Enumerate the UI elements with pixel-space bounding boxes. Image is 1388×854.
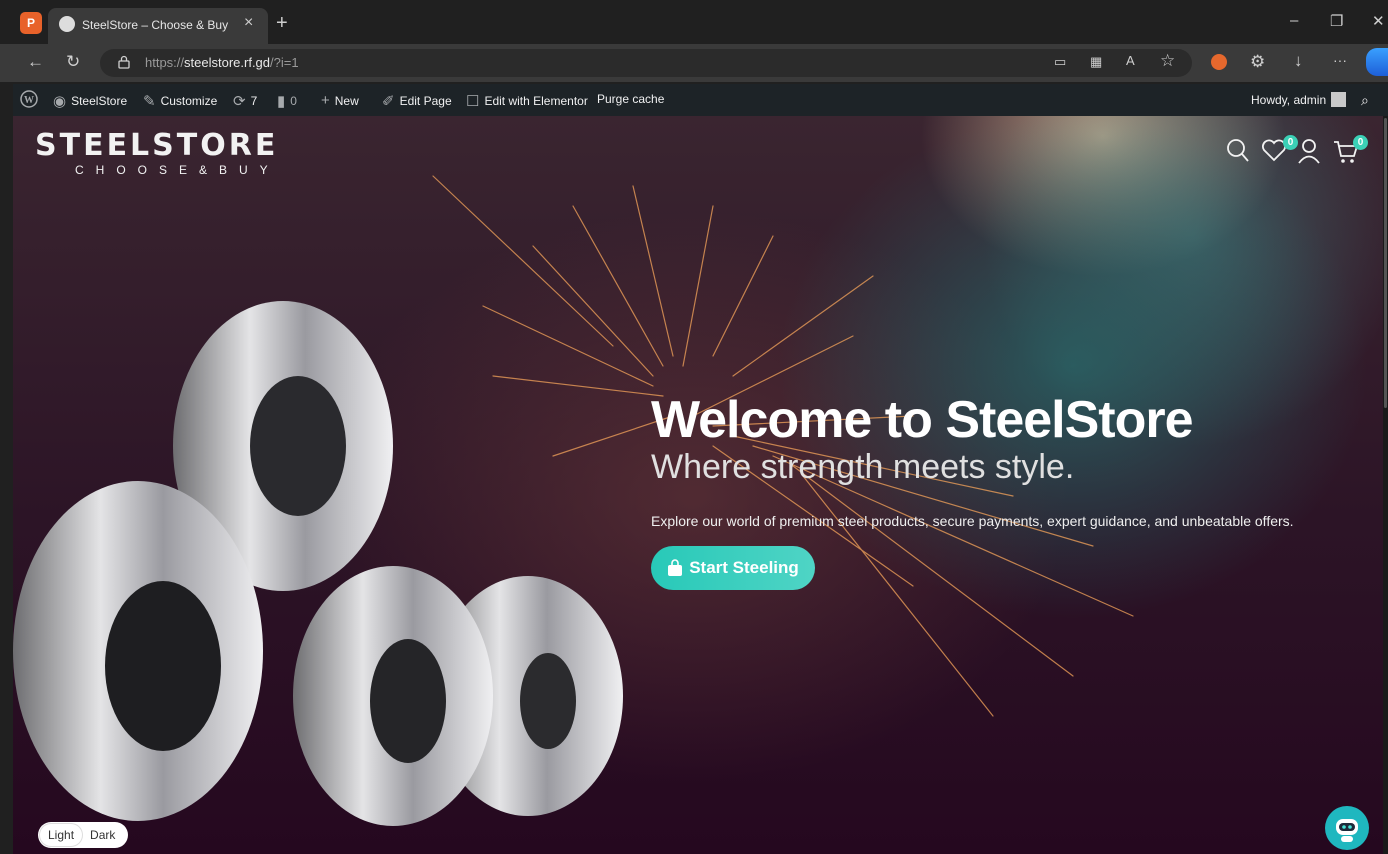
comment-icon: ▮ — [277, 93, 286, 110]
plus-icon: + — [321, 92, 330, 109]
wp-logo-icon[interactable]: W — [20, 90, 38, 108]
steel-coils-graphic — [13, 301, 623, 826]
close-window-icon[interactable]: ✕ — [1372, 12, 1385, 30]
hero-description: Explore our world of premium steel produ… — [651, 513, 1294, 529]
start-steeling-button[interactable]: Start Steeling — [651, 546, 815, 590]
admin-new[interactable]: + New — [321, 92, 359, 109]
chatbot-launcher[interactable] — [1325, 806, 1369, 850]
pencil-icon: ✐ — [382, 93, 395, 110]
admin-purge-cache[interactable]: Purge cache — [597, 92, 664, 106]
favorite-star-icon[interactable]: ☆ — [1160, 51, 1175, 71]
wishlist-count-badge: 0 — [1283, 135, 1298, 150]
theme-dark-option[interactable]: Dark — [82, 824, 123, 846]
browser-profile-icon[interactable]: P — [20, 12, 42, 34]
admin-edit-page[interactable]: ✐ Edit Page — [382, 92, 452, 110]
elementor-icon: ☐ — [466, 93, 480, 110]
brand-tagline: CHOOSE&BUY — [75, 163, 280, 177]
account-user-icon[interactable] — [1297, 138, 1321, 171]
admin-site-name[interactable]: ◉ SteelStore — [53, 92, 127, 110]
app-available-icon[interactable]: ▦ — [1090, 54, 1102, 70]
start-steeling-label: Start Steeling — [689, 558, 799, 577]
site-logo[interactable]: STEELSTORE CHOOSE&BUY — [35, 128, 280, 177]
scrollbar-thumb[interactable] — [1384, 118, 1387, 408]
lock-icon[interactable] — [118, 55, 130, 69]
theme-toggle[interactable]: Light Dark — [38, 822, 128, 848]
theme-light-option[interactable]: Light — [40, 824, 83, 846]
more-menu-icon[interactable]: ··· — [1333, 52, 1347, 68]
restore-icon[interactable]: ❐ — [1330, 12, 1343, 30]
admin-comments[interactable]: ▮ 0 — [277, 92, 297, 110]
site-favicon-icon — [59, 16, 75, 32]
chatbot-robot-icon — [1336, 819, 1358, 842]
cart-count-badge: 0 — [1353, 135, 1368, 150]
svg-text:W: W — [24, 95, 34, 106]
brand-name: STEELSTORE — [35, 128, 279, 163]
shopping-bag-icon — [668, 559, 683, 576]
minimize-icon[interactable]: – — [1290, 12, 1298, 29]
extension-icon[interactable] — [1211, 54, 1227, 70]
search-icon[interactable] — [1226, 138, 1250, 171]
dashboard-icon: ◉ — [53, 93, 67, 110]
back-icon[interactable]: ← — [27, 52, 44, 72]
new-tab-button[interactable]: + — [276, 12, 288, 35]
avatar — [1331, 92, 1347, 107]
extensions-puzzle-icon[interactable]: ⚙ — [1250, 52, 1265, 72]
admin-edit-elementor[interactable]: ☐ Edit with Elementor — [466, 92, 588, 110]
admin-account[interactable]: Howdy, admin — [1251, 92, 1347, 107]
hero-section: STEELSTORE CHOOSE&BUY 0 0 Welcome to Ste… — [13, 116, 1383, 854]
admin-search-icon[interactable]: ⌕ — [1361, 92, 1369, 109]
copilot-icon[interactable] — [1366, 48, 1388, 76]
hero-subtitle: Where strength meets style. — [651, 448, 1075, 486]
hero-title: Welcome to SteelStore — [651, 391, 1194, 449]
downloads-icon[interactable]: ↓ — [1294, 51, 1303, 71]
brush-icon: ✎ — [143, 93, 156, 110]
tab-title: SteelStore – Choose & Buy — [82, 18, 229, 32]
updates-icon: ⟳ — [233, 93, 246, 110]
reload-icon[interactable]: ↻ — [66, 52, 80, 72]
admin-updates[interactable]: ⟳ 7 — [233, 92, 257, 110]
read-aloud-icon[interactable]: A — [1126, 53, 1135, 68]
tab-close-icon[interactable]: × — [244, 14, 253, 32]
immersive-reader-icon[interactable]: ▭ — [1054, 54, 1066, 70]
admin-customize[interactable]: ✎ Customize — [143, 92, 217, 110]
url-text[interactable]: https://steelstore.rf.gd/?i=1 — [145, 55, 299, 70]
wp-admin-bar — [13, 84, 1388, 116]
